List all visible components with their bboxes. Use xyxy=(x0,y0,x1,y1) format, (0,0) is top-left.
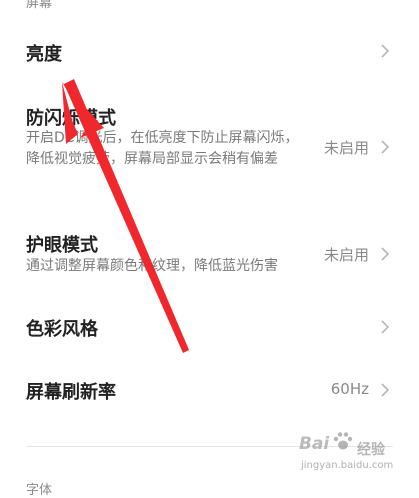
setting-row-eye-care[interactable]: 护眼模式 通过调整屏幕颜色和纹理，降低蓝光伤害 未启用 xyxy=(0,228,419,288)
chevron-right-icon xyxy=(379,246,391,262)
setting-row-anti-flicker[interactable]: 防闪烁模式 开启DC调光后，在低亮度下防止屏幕闪烁，降低视觉疲劳，屏幕局部显示会… xyxy=(0,100,419,200)
chevron-right-icon xyxy=(379,139,391,155)
setting-value-anti-flicker: 未启用 xyxy=(323,139,369,157)
setting-title-refresh-rate: 屏幕刷新率 xyxy=(26,382,116,403)
setting-desc-anti-flicker: 开启DC调光后，在低亮度下防止屏幕闪烁，降低视觉疲劳，屏幕局部显示会稍有偏差 xyxy=(26,130,299,167)
setting-row-brightness[interactable]: 亮度 xyxy=(0,30,419,80)
setting-title-eye-care: 护眼模式 xyxy=(26,235,98,256)
watermark-name: 经验 xyxy=(357,442,385,458)
setting-title-brightness: 亮度 xyxy=(26,44,62,65)
watermark-logo: Bai xyxy=(299,434,330,454)
setting-row-refresh-rate[interactable]: 屏幕刷新率 60Hz xyxy=(0,368,419,414)
setting-title-color-style: 色彩风格 xyxy=(26,319,98,340)
setting-desc-eye-care: 通过调整屏幕颜色和纹理，降低蓝光伤害 xyxy=(26,258,278,274)
setting-title-anti-flicker: 防闪烁模式 xyxy=(26,108,116,129)
chevron-right-icon xyxy=(379,43,391,59)
watermark-url: jingyan.baidu.com xyxy=(301,460,394,471)
section-header-font: 字体 xyxy=(26,483,53,498)
setting-value-eye-care: 未启用 xyxy=(323,246,369,264)
chevron-right-icon xyxy=(379,319,391,335)
chevron-right-icon xyxy=(379,382,391,398)
section-header-screen: 屏幕 xyxy=(26,0,53,11)
setting-value-refresh-rate: 60Hz xyxy=(330,380,369,398)
setting-row-color-style[interactable]: 色彩风格 xyxy=(0,305,419,351)
paw-icon xyxy=(333,432,353,450)
baidu-watermark: Bai 经验 jingyan.baidu.com xyxy=(297,430,415,478)
